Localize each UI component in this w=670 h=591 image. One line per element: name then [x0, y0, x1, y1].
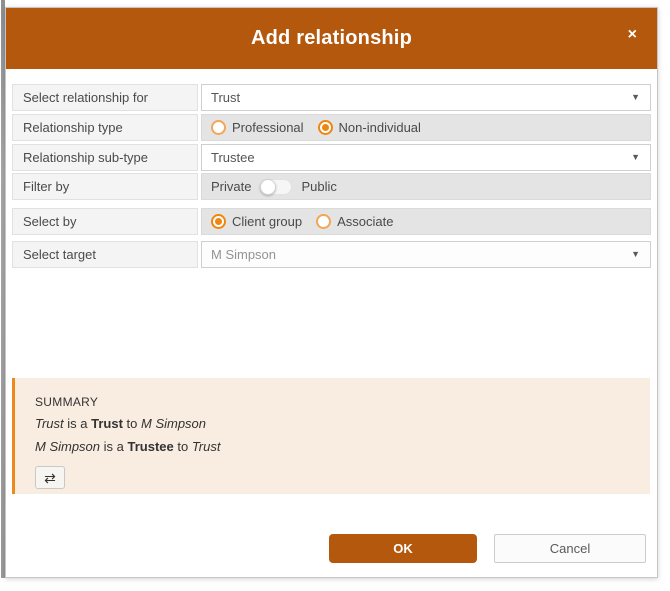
row-label: Select by [12, 208, 198, 235]
relationship-for-dropdown[interactable]: Trust ▼ [201, 84, 651, 111]
summary-text: to [123, 416, 141, 431]
dialog-title: Add relationship [251, 27, 412, 50]
row-relationship-sub-type: Relationship sub-type Trustee ▼ [12, 144, 651, 171]
row-relationship-type: Relationship type Professional Non-indiv… [12, 114, 651, 141]
radio-label: Non-individual [339, 120, 421, 135]
relationship-sub-type-dropdown[interactable]: Trustee ▼ [201, 144, 651, 171]
radio-option-non-individual[interactable]: Non-individual [318, 120, 421, 135]
row-select-relationship-for: Select relationship for Trust ▼ [12, 84, 651, 111]
dialog-header: Add relationship × [6, 8, 657, 69]
summary-subject: Trust [35, 416, 64, 431]
relationship-form: Select relationship for Trust ▼ Relation… [12, 84, 651, 268]
radio-option-client-group[interactable]: Client group [211, 214, 302, 229]
dropdown-value: Trust [211, 90, 240, 105]
row-filter-by: Filter by Private Public [12, 173, 651, 200]
summary-text: is a [64, 416, 91, 431]
radio-icon[interactable] [211, 120, 226, 135]
radio-icon[interactable] [211, 214, 226, 229]
relationship-type-options: Professional Non-individual [201, 114, 651, 141]
summary-target: Trust [192, 439, 221, 454]
row-label: Relationship type [12, 114, 198, 141]
ok-button[interactable]: OK [329, 534, 477, 563]
chevron-down-icon: ▼ [631, 242, 640, 267]
filter-by-field: Private Public [201, 173, 651, 200]
toggle-knob[interactable] [260, 179, 276, 195]
swap-relationship-button[interactable]: ⇄ [35, 466, 65, 489]
privacy-toggle-group: Private Public [211, 179, 337, 195]
page-background: Add relationship × Select relationship f… [0, 0, 670, 591]
radio-option-associate[interactable]: Associate [316, 214, 393, 229]
radio-label: Client group [232, 214, 302, 229]
swap-arrows-icon: ⇄ [44, 471, 56, 485]
row-label: Relationship sub-type [12, 144, 198, 171]
row-label: Select relationship for [12, 84, 198, 111]
radio-icon[interactable] [316, 214, 331, 229]
toggle-label-public: Public [301, 179, 336, 194]
add-relationship-dialog: Add relationship × Select relationship f… [5, 7, 658, 578]
close-icon[interactable]: × [628, 27, 637, 43]
chevron-down-icon: ▼ [631, 145, 640, 170]
row-label: Filter by [12, 173, 198, 200]
row-label: Select target [12, 241, 198, 268]
summary-subject: M Simpson [35, 439, 100, 454]
radio-icon[interactable] [318, 120, 333, 135]
toggle-label-private: Private [211, 179, 251, 194]
summary-relation: Trust [91, 416, 123, 431]
summary-text: is a [100, 439, 127, 454]
dropdown-value: Trustee [211, 150, 255, 165]
radio-label: Professional [232, 120, 304, 135]
dropdown-value: M Simpson [211, 247, 276, 262]
summary-line-2: M Simpson is a Trustee to Trust [35, 439, 650, 455]
summary-text: to [174, 439, 192, 454]
privacy-toggle[interactable] [260, 179, 292, 195]
summary-target: M Simpson [141, 416, 206, 431]
summary-heading: SUMMARY [35, 395, 650, 409]
select-by-options: Client group Associate [201, 208, 651, 235]
select-target-dropdown[interactable]: M Simpson ▼ [201, 241, 651, 268]
summary-panel: SUMMARY Trust is a Trust to M Simpson M … [12, 378, 650, 494]
cancel-button[interactable]: Cancel [494, 534, 646, 563]
radio-label: Associate [337, 214, 393, 229]
radio-option-professional[interactable]: Professional [211, 120, 304, 135]
chevron-down-icon: ▼ [631, 85, 640, 110]
summary-relation: Trustee [128, 439, 174, 454]
summary-line-1: Trust is a Trust to M Simpson [35, 416, 650, 432]
row-select-target: Select target M Simpson ▼ [12, 241, 651, 268]
row-select-by: Select by Client group Associate [12, 208, 651, 235]
